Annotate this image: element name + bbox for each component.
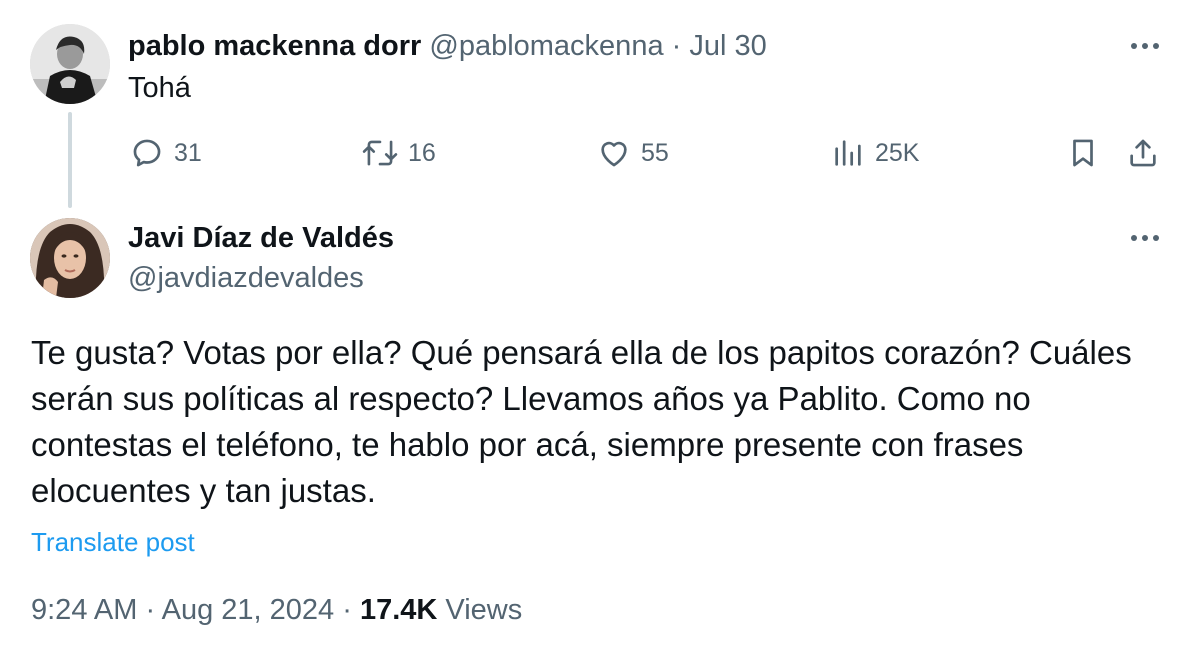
- repost-button[interactable]: 16: [362, 136, 436, 170]
- bookmark-icon: [1073, 139, 1093, 167]
- tweet-date[interactable]: Aug 21, 2024: [162, 594, 335, 626]
- avatar[interactable]: [30, 218, 110, 298]
- tweet-time[interactable]: 9:24 AM: [31, 594, 137, 626]
- author-handle[interactable]: @pablomackenna: [429, 30, 663, 62]
- parent-tweet-header: pablo mackenna dorr @pablomackenna · Jul…: [128, 26, 767, 66]
- avatar[interactable]: [30, 24, 110, 104]
- tweet-date[interactable]: Jul 30: [689, 30, 766, 62]
- author-name[interactable]: pablo mackenna dorr: [128, 30, 421, 62]
- more-options-button[interactable]: [1131, 36, 1159, 56]
- heart-icon: [601, 141, 627, 167]
- view-count: 25K: [875, 138, 920, 167]
- like-count: 55: [641, 138, 669, 167]
- share-icon: [1130, 139, 1156, 167]
- share-button[interactable]: [1126, 136, 1160, 170]
- tweet-text: Te gusta? Votas por ella? Qué pensará el…: [31, 334, 1132, 509]
- thread-connector: [68, 112, 72, 208]
- reply-button[interactable]: 31: [130, 136, 202, 170]
- repost-count: 16: [408, 138, 436, 167]
- reply-icon: [133, 139, 161, 167]
- parent-avatar-photo: [30, 24, 110, 104]
- separator-dot: ·: [145, 594, 156, 626]
- tweet-text: Tohá: [128, 72, 191, 104]
- translate-post-link[interactable]: Translate post: [31, 524, 195, 560]
- author-name[interactable]: Javi Díaz de Valdés: [128, 218, 394, 258]
- repost-icon: [362, 140, 398, 166]
- more-options-button[interactable]: [1131, 228, 1159, 248]
- reply-count: 31: [174, 138, 202, 167]
- views-link[interactable]: 17.4K Views: [360, 594, 522, 626]
- bookmark-button[interactable]: [1066, 136, 1100, 170]
- analytics-icon: [835, 140, 861, 166]
- more-icon: [1131, 43, 1137, 49]
- reply-avatar-photo: [30, 218, 110, 298]
- tweet-meta: 9:24 AM · Aug 21, 2024 · 17.4K Views: [31, 590, 522, 630]
- like-button[interactable]: 55: [597, 136, 669, 170]
- separator-dot: ·: [342, 594, 352, 626]
- views-label: Views: [445, 594, 523, 626]
- views-button[interactable]: 25K: [831, 136, 919, 170]
- author-handle[interactable]: @javdiazdevaldes: [128, 258, 364, 298]
- views-count: 17.4K: [359, 594, 438, 626]
- more-icon: [1131, 235, 1137, 241]
- separator-dot: ·: [671, 30, 682, 62]
